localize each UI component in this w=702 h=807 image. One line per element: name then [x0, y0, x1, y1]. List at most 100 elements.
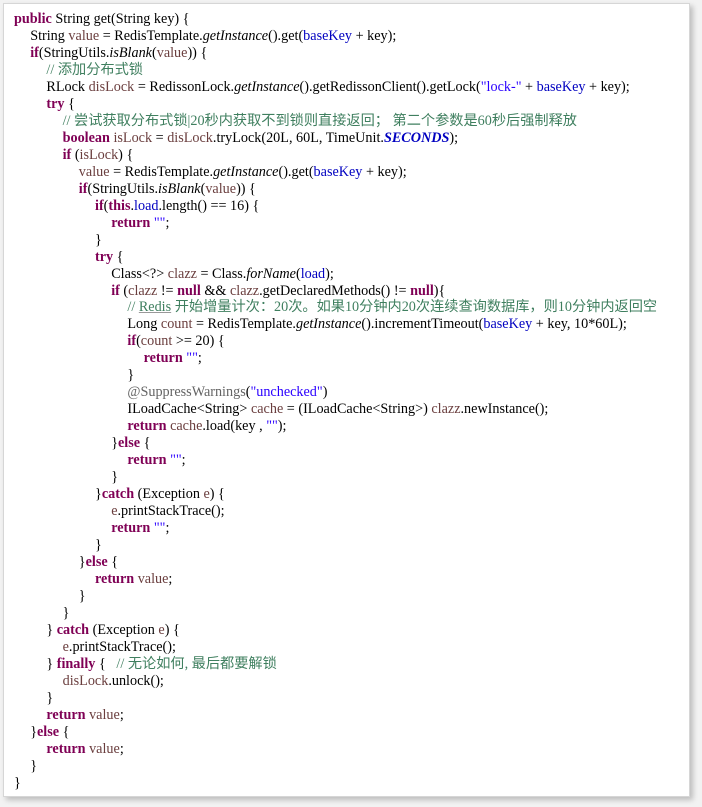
code-token: {: [64, 95, 75, 112]
code-token: value: [205, 180, 237, 197]
code-token: if: [111, 282, 120, 299]
code-token: finally: [56, 655, 96, 672]
code-token: ) {: [164, 621, 180, 638]
code-line: disLock.unlock();: [14, 673, 657, 690]
code-line: if(StringUtils.isBlank(value)) {: [14, 181, 657, 198]
code-token: try: [46, 95, 65, 112]
code-line: }: [14, 367, 657, 384]
code-token: if: [62, 146, 72, 163]
code-line: }: [14, 469, 657, 486]
code-line: e.printStackTrace();: [14, 503, 657, 520]
code-token: disLock: [62, 672, 109, 689]
code-line: return "";: [14, 215, 657, 232]
code-token: return: [127, 452, 167, 469]
code-token: clazz: [431, 401, 461, 418]
code-token: .printStackTrace();: [117, 503, 225, 520]
code-token: ILoadCache<String>: [127, 401, 251, 418]
code-token: .printStackTrace();: [68, 638, 176, 655]
code-token: clazz: [128, 282, 158, 299]
code-token: 开始增量计次：20次。如果10分钟内20次连续查询数据库，则10分钟内返回空: [171, 299, 658, 316]
code-token: (: [119, 282, 129, 299]
code-line: // 尝试获取分布式锁|20秒内获取不到锁则直接返回； 第二个参数是60秒后强制…: [14, 113, 657, 130]
code-token: (Exception: [89, 621, 159, 638]
code-token: ;: [119, 706, 124, 723]
code-token: ;: [165, 520, 170, 537]
code-token: // 尝试获取分布式锁|20秒内获取不到锁则直接返回； 第二个参数是60秒后强制…: [62, 112, 577, 129]
code-token: isLock: [113, 129, 153, 146]
code-token: "unchecked": [250, 384, 323, 401]
code-token: }: [46, 655, 57, 672]
code-token: SECONDS: [383, 129, 450, 146]
code-token: // 添加分布式锁: [46, 61, 143, 78]
code-token: }: [30, 757, 37, 774]
code-line: Class<?> clazz = Class.forName(load);: [14, 266, 657, 283]
code-token: Redis: [138, 299, 172, 316]
code-token: .unlock();: [108, 672, 164, 689]
code-token: .tryLock(20L, 60L, TimeUnit.: [212, 129, 384, 146]
code-token: >= 20) {: [172, 333, 225, 350]
code-token: count: [160, 316, 193, 333]
code-token: value: [78, 163, 110, 180]
code-token: clazz: [229, 282, 260, 299]
code-token: isLock: [79, 146, 119, 163]
code-line: return "";: [14, 452, 657, 469]
code-token: }: [62, 604, 70, 621]
code-token: ){: [433, 282, 446, 299]
code-token: disLock: [88, 78, 135, 95]
code-line: Long count = RedisTemplate.getInstance()…: [14, 316, 657, 333]
code-token: .getDeclaredMethods() !=: [259, 282, 411, 299]
code-token: String: [30, 27, 69, 44]
code-line: }else {: [14, 435, 657, 452]
code-line: } catch (Exception e) {: [14, 622, 657, 639]
code-token: }: [111, 469, 118, 486]
code-token: );: [449, 129, 459, 146]
code-token: return: [95, 570, 135, 587]
code-token: "": [266, 418, 278, 435]
code-token: {: [113, 248, 124, 265]
code-line: return value;: [14, 741, 657, 758]
code-token: {: [107, 554, 119, 570]
code-token: return: [111, 520, 151, 537]
code-token: ().get(: [278, 163, 314, 180]
code-token: )) {: [236, 180, 256, 197]
code-token: else: [85, 554, 108, 570]
code-token: = RedisTemplate.: [192, 316, 296, 333]
code-token: .length() == 16) {: [158, 197, 260, 214]
code-token: }: [95, 486, 102, 503]
code-token: =: [152, 129, 168, 146]
code-token: + key);: [352, 27, 397, 44]
code-token: + key, 10*60L);: [532, 316, 627, 333]
code-line: return value;: [14, 707, 657, 724]
code-token: RLock: [46, 78, 89, 95]
code-token: this: [108, 197, 131, 214]
code-token: }: [95, 231, 102, 248]
code-token: ) {: [209, 486, 225, 503]
code-token: ) {: [118, 146, 134, 163]
code-line: }else {: [14, 554, 657, 571]
code-line: @SuppressWarnings("unchecked"): [14, 384, 657, 401]
code-token: catch: [101, 486, 135, 503]
code-token: .load(key ,: [202, 418, 267, 435]
code-token: // 无论如何, 最后都要解锁: [116, 655, 277, 672]
code-token: + key);: [362, 163, 407, 180]
code-token: value: [156, 44, 188, 61]
code-line: return "";: [14, 350, 657, 367]
code-token: public: [14, 11, 52, 27]
code-line: if (clazz != null && clazz.getDeclaredMe…: [14, 283, 657, 300]
code-token: &&: [200, 282, 230, 299]
code-line: if(this.load.length() == 16) {: [14, 198, 657, 215]
code-token: return: [127, 418, 167, 435]
code-token: isBlank: [158, 180, 201, 197]
code-token: "": [153, 520, 166, 537]
code-token: cache: [170, 418, 203, 435]
code-line: }else {: [14, 724, 657, 741]
code-token: ;: [165, 214, 170, 231]
code-token: {: [95, 655, 117, 672]
code-token: baseKey: [313, 163, 363, 180]
code-token: catch: [56, 621, 90, 638]
code-token: else: [118, 435, 141, 452]
code-token: )) {: [187, 44, 208, 61]
code-token: +: [521, 78, 537, 95]
code-token: "": [186, 350, 198, 367]
code-token: ;: [119, 740, 124, 757]
